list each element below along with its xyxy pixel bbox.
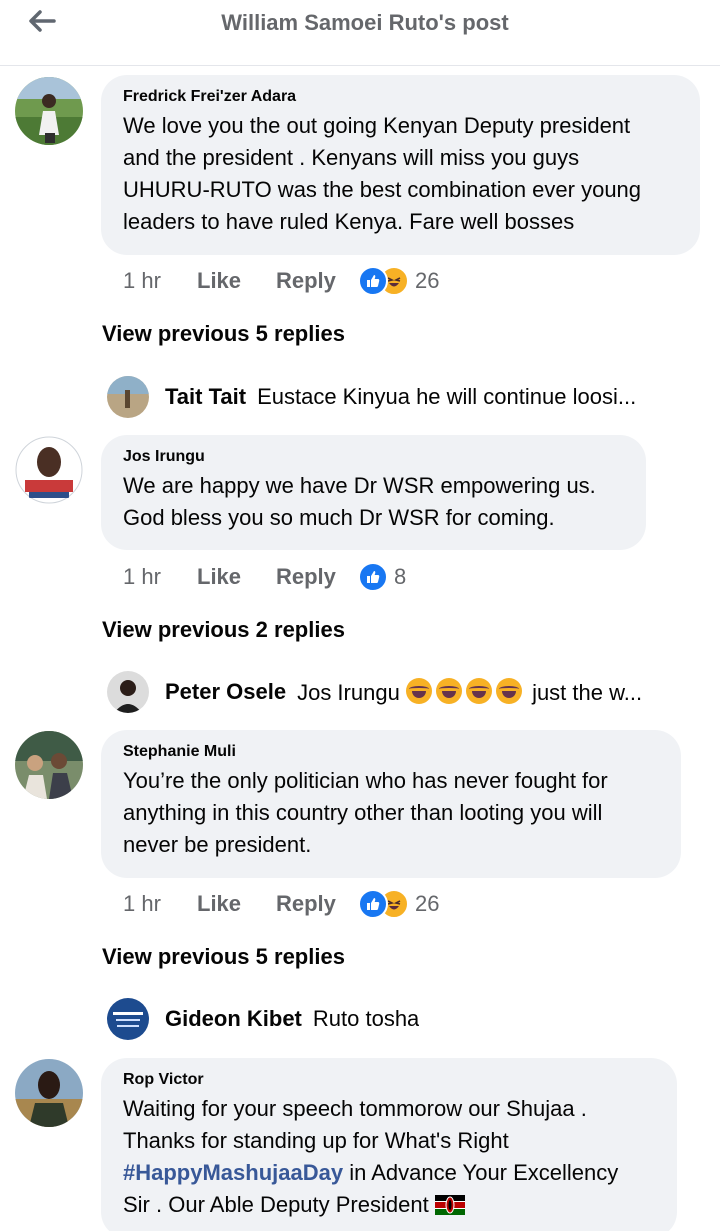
comment-author[interactable]: Stephanie Muli xyxy=(123,743,659,761)
like-reaction-icon xyxy=(358,562,388,592)
comment-bubble[interactable]: Fredrick Frei'zer Adara We love you the … xyxy=(101,75,700,255)
view-previous-replies[interactable]: View previous 5 replies xyxy=(102,321,345,347)
comment-text: You’re the only politician who has never… xyxy=(123,768,608,857)
hashtag-link[interactable]: #HappyMashujaaDay xyxy=(123,1160,343,1185)
comment-actions: 1 hr Like Reply 26 xyxy=(123,889,439,919)
reply-button[interactable]: Reply xyxy=(276,268,358,294)
reply-author[interactable]: Tait Tait xyxy=(165,384,246,410)
comment-time: 1 hr xyxy=(123,564,161,589)
like-reaction-icon xyxy=(358,889,388,919)
comment-actions: 1 hr Like Reply 8 xyxy=(123,562,406,592)
comment-time: 1 hr xyxy=(123,268,161,293)
kenya-flag-emoji xyxy=(434,1195,465,1215)
comment-text: We are happy we have Dr WSR empowering u… xyxy=(123,473,596,530)
reply-text: Eustace Kinyua he will continue loosi... xyxy=(257,384,637,409)
like-button[interactable]: Like xyxy=(197,891,276,917)
reaction-count: 8 xyxy=(394,564,407,589)
comment-author[interactable]: Rop Victor xyxy=(123,1071,655,1089)
reactions-summary[interactable]: 26 xyxy=(358,266,439,296)
avatar xyxy=(107,998,149,1040)
comment-text: Waiting for your speech tommorow our Shu… xyxy=(123,1096,619,1217)
comment-text: We love you the out going Kenyan Deputy … xyxy=(123,113,642,234)
avatar[interactable] xyxy=(15,77,83,145)
reply-text: Jos Irungu just the w... xyxy=(297,678,643,705)
page-title: William Samoei Ruto's post xyxy=(221,10,509,35)
reply-preview[interactable]: Peter Osele Jos Irungu just the w... xyxy=(107,670,687,714)
reply-author[interactable]: Peter Osele xyxy=(165,679,286,705)
reply-preview[interactable]: Tait Tait Eustace Kinyua he will continu… xyxy=(107,375,687,419)
like-reaction-icon xyxy=(358,266,388,296)
comment-author[interactable]: Fredrick Frei'zer Adara xyxy=(123,88,678,106)
reactions-summary[interactable]: 26 xyxy=(358,889,439,919)
comment-author[interactable]: Jos Irungu xyxy=(123,448,624,466)
reply-button[interactable]: Reply xyxy=(276,564,358,590)
laughing-tears-emoji xyxy=(435,678,462,704)
reply-author[interactable]: Gideon Kibet xyxy=(165,1006,302,1032)
avatar[interactable] xyxy=(15,436,83,504)
reaction-count: 26 xyxy=(415,268,440,293)
comment-bubble[interactable]: Rop Victor Waiting for your speech tommo… xyxy=(101,1058,677,1231)
like-button[interactable]: Like xyxy=(197,268,276,294)
laughing-tears-emoji xyxy=(405,678,432,704)
comment-bubble[interactable]: Jos Irungu We are happy we have Dr WSR e… xyxy=(101,435,646,550)
comment-bubble[interactable]: Stephanie Muli You’re the only politicia… xyxy=(101,730,681,878)
reactions-summary[interactable]: 8 xyxy=(358,562,406,592)
view-previous-replies[interactable]: View previous 2 replies xyxy=(102,617,345,643)
top-bar: William Samoei Ruto's post xyxy=(0,0,720,66)
reply-button[interactable]: Reply xyxy=(276,891,358,917)
reply-preview[interactable]: Gideon Kibet Ruto tosha xyxy=(107,997,687,1041)
avatar xyxy=(107,376,149,418)
laughing-tears-emoji xyxy=(495,678,522,704)
avatar[interactable] xyxy=(15,731,83,799)
avatar[interactable] xyxy=(15,1059,83,1127)
view-previous-replies[interactable]: View previous 5 replies xyxy=(102,944,345,970)
avatar xyxy=(107,671,149,713)
laughing-tears-emoji xyxy=(465,678,492,704)
reply-text: Ruto tosha xyxy=(312,1006,420,1031)
comment-time: 1 hr xyxy=(123,891,161,916)
reaction-count: 26 xyxy=(415,891,440,916)
like-button[interactable]: Like xyxy=(197,564,276,590)
comment-actions: 1 hr Like Reply 26 xyxy=(123,266,439,296)
